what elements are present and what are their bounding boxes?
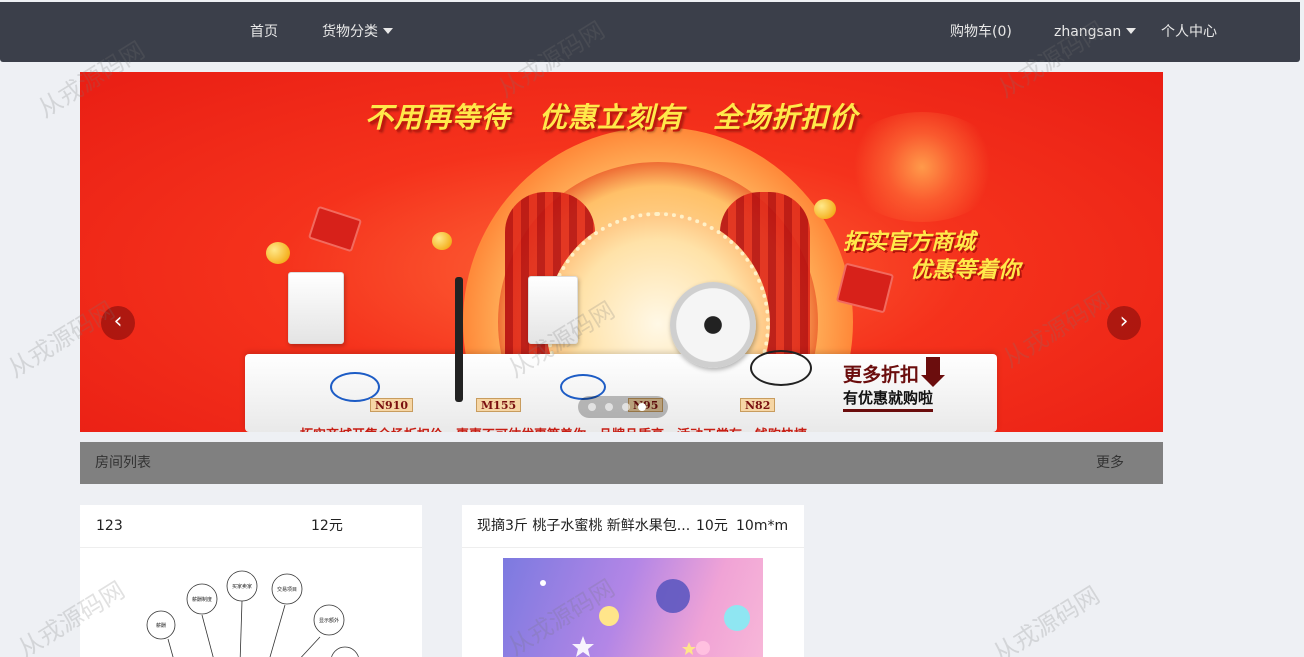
product-panel-antenna xyxy=(288,272,344,344)
top-navbar: 首页 货物分类 购物车(0) zhangsan 个人中心 xyxy=(0,2,1300,62)
card-header: 现摘3斤 桃子水蜜桃 新鲜水果包... 10元 10m*m xyxy=(462,505,804,548)
card-price: 12元 xyxy=(311,518,343,534)
banner-slogan: 不用再等待 优惠立刻有 全场折扣价 xyxy=(365,101,859,134)
nav-categories-label: 货物分类 xyxy=(322,24,378,40)
coin-decoration xyxy=(266,242,290,264)
carousel-indicators xyxy=(578,396,668,418)
mindmap-node: 薪酬 xyxy=(156,622,166,629)
nav-home-link[interactable]: 首页 xyxy=(250,2,278,62)
card-price: 10元 xyxy=(696,518,728,534)
stage-caption: 拓实商城开集全场折扣价 惠惠不可估优惠等着你 品牌品质高 活动正常有 钱购快捷 xyxy=(300,424,807,432)
carousel-prev-button[interactable]: ‹ xyxy=(101,306,135,340)
chevron-down-icon xyxy=(383,28,393,34)
mindmap-node: 交易项目 xyxy=(277,586,297,593)
more-link[interactable]: 更多 xyxy=(1096,442,1124,484)
product-dish-antenna xyxy=(670,282,756,368)
mindmap-node: 买家卖家 xyxy=(232,583,252,590)
galaxy-illustration xyxy=(540,579,750,657)
carousel-dot[interactable] xyxy=(588,403,596,411)
product-rod-antenna xyxy=(455,277,463,402)
room-list-header: 房间列表 更多 xyxy=(80,442,1163,484)
banner-carousel[interactable]: 不用再等待 优惠立刻有 全场折扣价 拓实官方商城 优惠等着你 N910 M155… xyxy=(80,72,1163,432)
nav-profile-link[interactable]: 个人中心 xyxy=(1161,2,1217,62)
red-envelope-decoration xyxy=(307,205,363,253)
coin-decoration xyxy=(814,199,836,219)
watermark-text: 从戎源码网 xyxy=(988,580,1105,657)
product-panel-antenna xyxy=(528,276,578,344)
usb-cable xyxy=(750,350,812,386)
coin-decoration xyxy=(432,232,452,250)
mindmap-node: 薪酬制度 xyxy=(192,596,212,603)
section-title: 房间列表 xyxy=(95,455,151,471)
room-card[interactable]: 现摘3斤 桃子水蜜桃 新鲜水果包... 10元 10m*m xyxy=(462,505,804,657)
carousel-dot-active[interactable] xyxy=(638,403,646,411)
chevron-down-icon xyxy=(1126,28,1137,34)
card-name: 现摘3斤 桃子水蜜桃 新鲜水果包... xyxy=(477,518,691,534)
promo-title: 更多折扣 xyxy=(843,364,920,386)
mindmap-node: 显示额外 xyxy=(319,617,339,624)
carousel-dot[interactable] xyxy=(622,403,630,411)
product-tag: N910 xyxy=(370,398,414,412)
card-header: 123 12元 xyxy=(80,505,422,548)
nav-username: zhangsan xyxy=(1054,24,1122,40)
banner-mall-line2: 优惠等着你 xyxy=(910,258,1021,283)
promo-subtitle: 有优惠就购啦 xyxy=(843,387,934,412)
banner-promo: 更多折扣 有优惠就购啦 xyxy=(843,360,973,412)
chevron-left-icon: ‹ xyxy=(113,309,123,334)
carousel-next-button[interactable]: › xyxy=(1107,306,1141,340)
room-card[interactable]: 123 12元 薪酬 薪酬制度 买家卖家 交易项目 显示额外 xyxy=(80,505,422,657)
card-image-galaxy xyxy=(503,558,763,657)
carousel-dot[interactable] xyxy=(605,403,613,411)
card-image-mindmap: 薪酬 薪酬制度 买家卖家 交易项目 显示额外 xyxy=(146,570,359,657)
firework-decoration xyxy=(842,112,1002,222)
nav-cart-link[interactable]: 购物车(0) xyxy=(950,2,1012,62)
nav-user-dropdown[interactable]: zhangsan xyxy=(1054,2,1137,62)
card-name: 123 xyxy=(96,518,123,534)
product-tag: N82 xyxy=(740,398,776,412)
card-size: 10m*m xyxy=(736,518,789,534)
nav-categories-dropdown[interactable]: 货物分类 xyxy=(322,2,393,62)
chevron-right-icon: › xyxy=(1119,309,1129,334)
product-tag: M155 xyxy=(476,398,522,412)
